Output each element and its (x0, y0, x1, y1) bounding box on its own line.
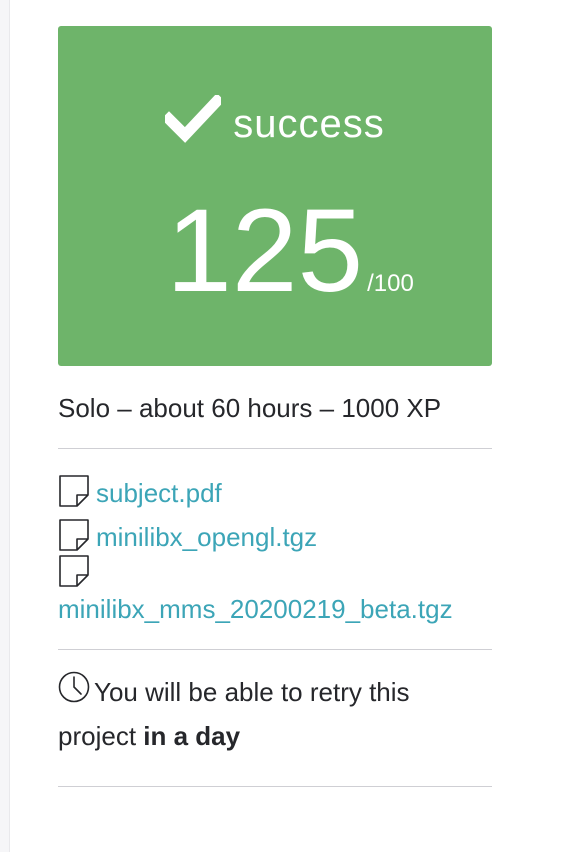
file-icon (59, 475, 89, 507)
left-sidebar-edge (0, 0, 10, 852)
attachment-link[interactable]: minilibx_opengl.tgz (96, 519, 317, 555)
attachments-list: subject.pdf minilibx_opengl.tgz minilibx… (58, 449, 492, 650)
checkmark-icon (165, 95, 222, 143)
score-value: 125 (166, 185, 364, 317)
attachment-item[interactable]: minilibx_mms_20200219_beta.tgz (58, 555, 492, 627)
project-result-panel: success 125/100 Solo – about 60 hours – … (58, 26, 492, 787)
file-icon (59, 519, 89, 551)
score-max: /100 (367, 270, 414, 297)
project-meta: Solo – about 60 hours – 1000 XP (58, 392, 492, 449)
status-row: success (58, 95, 492, 146)
attachment-item[interactable]: minilibx_opengl.tgz (58, 511, 492, 555)
attachment-link[interactable]: subject.pdf (96, 475, 222, 511)
retry-emphasis: in a day (143, 721, 241, 751)
status-label: success (233, 102, 385, 146)
attachment-link[interactable]: minilibx_mms_20200219_beta.tgz (58, 591, 492, 627)
score-card: success 125/100 (58, 26, 492, 366)
score: 125/100 (58, 192, 492, 310)
attachment-item[interactable]: subject.pdf (58, 467, 492, 511)
file-icon (59, 555, 89, 587)
retry-notice: You will be able to retry this project i… (58, 650, 492, 787)
clock-icon (58, 671, 90, 703)
